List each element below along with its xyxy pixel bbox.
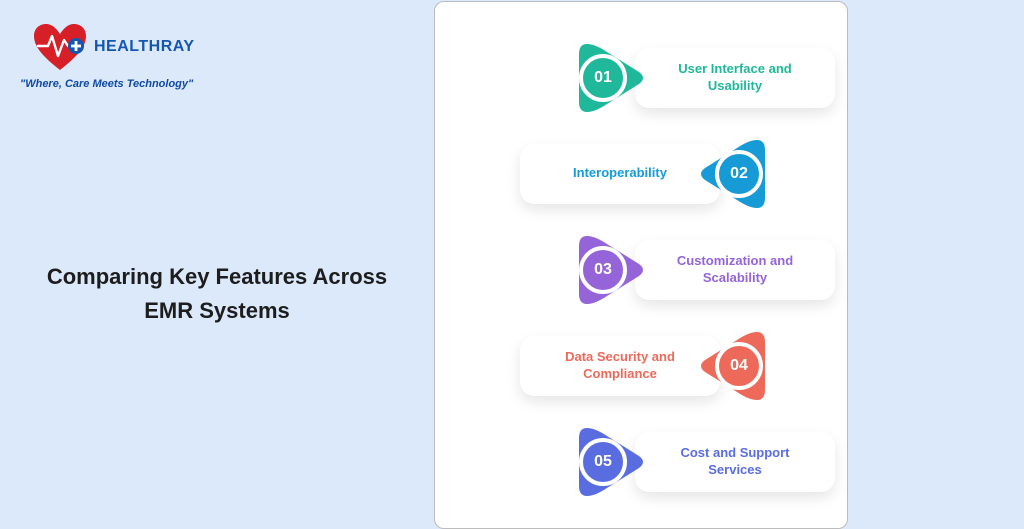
pointer-icon: 02 <box>691 130 779 218</box>
features-card: User Interface and Usability 01Interoper… <box>434 1 848 529</box>
page-title: Comparing Key Features Across EMR System… <box>0 260 434 328</box>
brand-name: HEALTHRAY <box>94 38 195 56</box>
feature-label: Cost and Support Services <box>635 432 835 492</box>
feature-item: Data Security and Compliance 04 <box>435 322 847 410</box>
feature-label: User Interface and Usability <box>635 48 835 108</box>
feature-item: Customization and Scalability 03 <box>435 226 847 314</box>
feature-number-badge: 02 <box>715 150 763 198</box>
feature-label: Interoperability <box>520 144 720 204</box>
features-list: User Interface and Usability 01Interoper… <box>435 34 847 514</box>
feature-number-badge: 04 <box>715 342 763 390</box>
feature-number-badge: 05 <box>579 438 627 486</box>
feature-item: Interoperability 02 <box>435 130 847 218</box>
feature-item: User Interface and Usability 01 <box>435 34 847 122</box>
feature-number-badge: 03 <box>579 246 627 294</box>
info-panel: HEALTHRAY "Where, Care Meets Technology"… <box>0 0 434 529</box>
content-panel: User Interface and Usability 01Interoper… <box>434 0 1024 529</box>
pointer-icon: 04 <box>691 322 779 410</box>
brand-tagline: "Where, Care Meets Technology" <box>20 78 193 90</box>
heart-icon <box>32 22 88 72</box>
pointer-icon: 01 <box>565 34 653 122</box>
feature-label: Customization and Scalability <box>635 240 835 300</box>
brand-logo: HEALTHRAY <box>32 22 195 72</box>
feature-number-badge: 01 <box>579 54 627 102</box>
feature-label: Data Security and Compliance <box>520 336 720 396</box>
feature-item: Cost and Support Services 05 <box>435 418 847 506</box>
pointer-icon: 03 <box>565 226 653 314</box>
pointer-icon: 05 <box>565 418 653 506</box>
